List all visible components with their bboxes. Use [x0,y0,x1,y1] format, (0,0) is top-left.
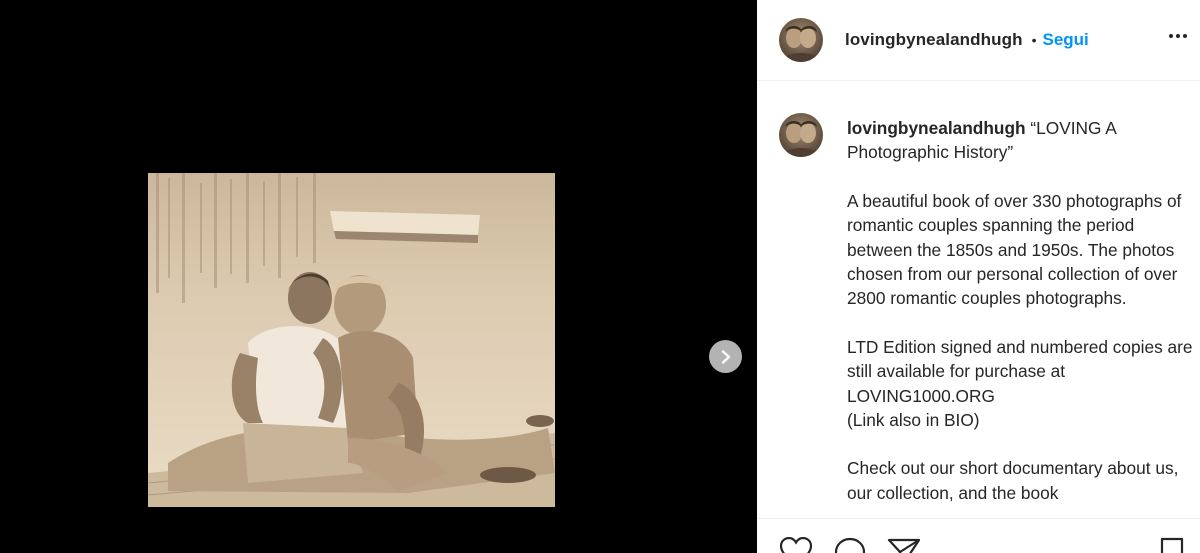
caption-first-line: lovingbynealandhugh “LOVING A Photograph… [847,116,1197,165]
bookmark-icon[interactable] [1159,537,1185,553]
caption-paragraph-4: Check out our short documentary about us… [847,458,1179,503]
avatar-image [781,26,821,62]
caption-text: lovingbynealandhugh “LOVING A Photograph… [847,116,1197,505]
separator-dot: • [1031,32,1037,48]
caption-username[interactable]: lovingbynealandhugh [847,118,1026,138]
follow-button[interactable]: Segui [1042,30,1088,50]
heart-icon[interactable] [779,537,813,553]
comment-icon[interactable] [833,537,867,553]
paper-plane-icon[interactable] [887,537,921,553]
chevron-right-icon [721,349,730,364]
more-options-icon [1169,34,1187,38]
avatar-image [781,121,821,157]
post-header: lovingbynealandhugh • Segui [757,0,1200,81]
caption-section: lovingbynealandhugh “LOVING A Photograph… [757,82,1200,518]
more-options-button[interactable] [1166,24,1190,48]
caption-paragraph-2: LTD Edition signed and numbered copies a… [847,336,1193,406]
media-viewer [0,0,757,553]
action-bar [757,518,1200,553]
next-media-button[interactable] [709,340,742,373]
caption-paragraph-1: A beautiful book of over 330 photographs… [847,190,1182,309]
post-sidebar: lovingbynealandhugh • Segui lovingbyneal… [757,0,1200,553]
caption-avatar[interactable] [779,113,823,157]
sepia-couple-photo [148,173,555,507]
avatar[interactable] [779,18,823,62]
post-username[interactable]: lovingbynealandhugh [845,30,1023,50]
caption-paragraph-3: (Link also in BIO) [847,410,980,431]
post-photo [148,173,555,507]
